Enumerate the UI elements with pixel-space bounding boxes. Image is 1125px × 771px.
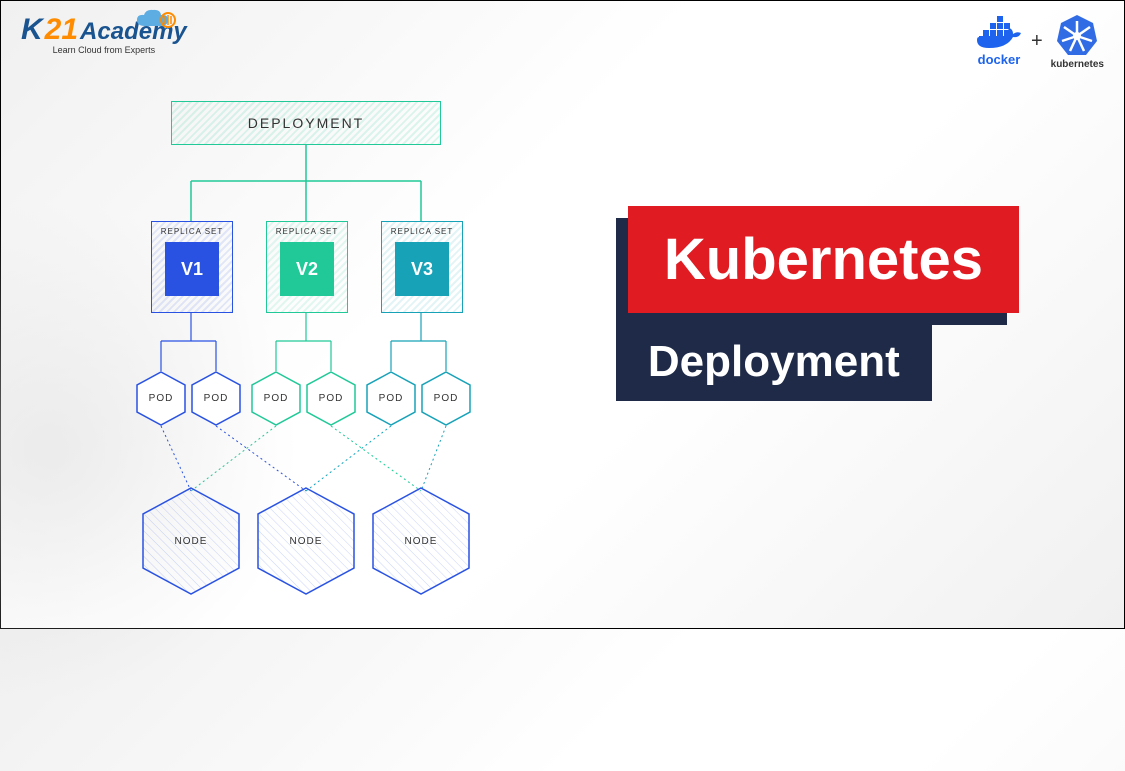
node-label: NODE [405,536,438,547]
replica-label: REPLICA SET [391,227,454,236]
docker-logo: docker [975,16,1023,67]
pod-hexagon: POD [136,371,186,426]
pod-label: POD [379,393,404,404]
logo-tagline: Learn Cloud from Experts [53,45,156,55]
pod-hexagon: POD [366,371,416,426]
tech-logos: docker + kubernetes [975,13,1104,70]
pod-label: POD [204,393,229,404]
node-label: NODE [175,536,208,547]
logo-21: 21 [45,13,78,47]
deployment-diagram: DEPLOYMENT REPLICA SET V1 REPLICA SET V2… [121,101,491,601]
k21-academy-logo: K21Academy Learn Cloud from Experts [21,13,187,55]
version-box-v3: V3 [395,242,449,296]
pod-hexagon: POD [306,371,356,426]
kubernetes-label: kubernetes [1051,59,1104,70]
replica-label: REPLICA SET [161,227,224,236]
docker-whale-icon [975,16,1023,50]
pod-label: POD [149,393,174,404]
cloud-icon [135,8,177,37]
title-card: Kubernetes Deployment [628,206,1019,401]
title-line1: Kubernetes [628,206,1019,313]
pod-hexagon: POD [251,371,301,426]
kubernetes-wheel-icon [1055,13,1099,57]
docker-label: docker [978,52,1021,67]
node-hexagon: NODE [141,486,241,596]
title-line2: Deployment [616,323,932,401]
kubernetes-logo: kubernetes [1051,13,1104,70]
pod-label: POD [434,393,459,404]
version-box-v1: V1 [165,242,219,296]
pod-hexagon: POD [191,371,241,426]
replica-set-v1: REPLICA SET V1 [151,221,233,313]
node-hexagon: NODE [371,486,471,596]
plus-icon: + [1031,30,1043,53]
node-hexagon: NODE [256,486,356,596]
version-box-v2: V2 [280,242,334,296]
replica-label: REPLICA SET [276,227,339,236]
logo-k: K [21,13,43,47]
deployment-box: DEPLOYMENT [171,101,441,145]
pod-label: POD [319,393,344,404]
pod-hexagon: POD [421,371,471,426]
deployment-label: DEPLOYMENT [248,115,364,131]
node-label: NODE [290,536,323,547]
replica-set-v2: REPLICA SET V2 [266,221,348,313]
pod-label: POD [264,393,289,404]
replica-set-v3: REPLICA SET V3 [381,221,463,313]
